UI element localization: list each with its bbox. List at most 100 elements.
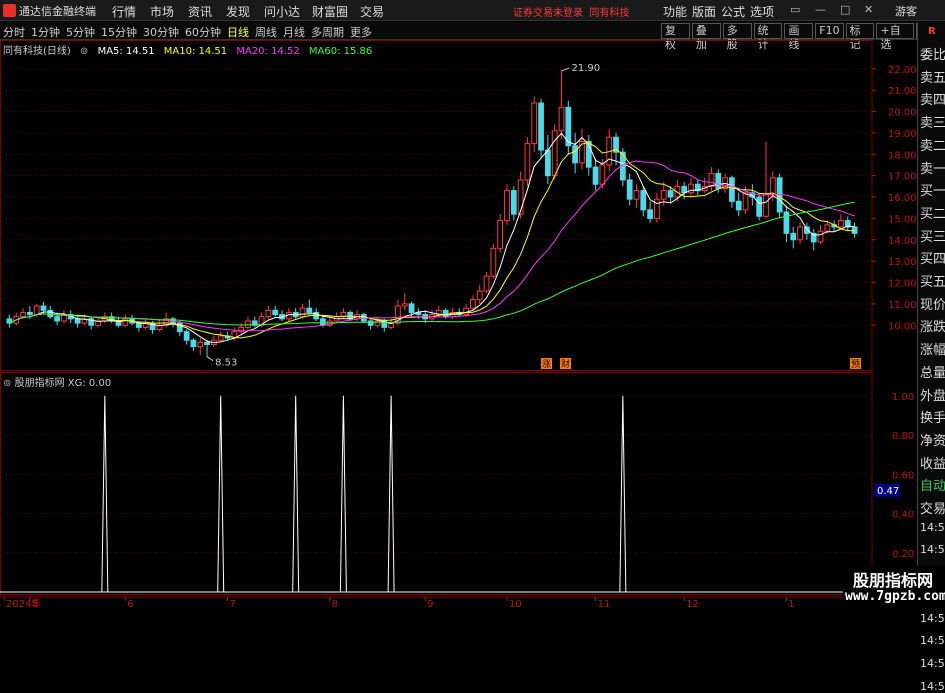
price-tick-label: 10.00: [888, 321, 917, 332]
watermark-url: www.7gpzb.com: [845, 589, 945, 604]
candle-body: [26, 311, 33, 316]
x-tick-label: 8: [332, 599, 338, 609]
candle-body: [217, 335, 224, 341]
ind-tick-label: 0.80: [892, 431, 914, 442]
candle-body: [442, 309, 449, 318]
x-tick-label: 10: [509, 599, 522, 609]
sidebar-item: 买四: [920, 252, 945, 268]
ma20-label: MA20: 14.52: [236, 46, 300, 57]
zhang-badge: 涨: [542, 359, 551, 370]
candle-body: [272, 309, 279, 316]
candle-body: [497, 220, 504, 249]
ma60-line: [9, 201, 855, 326]
candle-body: [183, 331, 190, 341]
xg-spike: [619, 395, 627, 593]
ma-settings-icon[interactable]: ⊚: [80, 46, 88, 57]
sidebar-item: 14:56: [920, 656, 945, 670]
x-tick-label: 5: [32, 599, 38, 609]
x-tick-label: 12: [686, 599, 699, 609]
sidebar-item: 卖一: [920, 161, 945, 177]
watermark-cn: 股朋指标网: [853, 571, 934, 590]
x-tick-label: 9: [427, 599, 433, 609]
candle-body: [367, 320, 374, 326]
candle-body: [797, 226, 803, 241]
sidebar-item: 买五: [920, 275, 945, 290]
indicator-settings-icon[interactable]: ⊚: [3, 378, 11, 389]
sidebar-item: 买二: [920, 206, 945, 222]
candle-body: [824, 224, 831, 232]
price-tick-label: 14.00: [888, 236, 917, 247]
indicator-name: 股朋指标网: [14, 378, 65, 389]
candle-body: [136, 322, 142, 328]
candle-body: [408, 303, 415, 313]
candle-body: [40, 305, 47, 311]
sidebar-item: 买三: [920, 229, 945, 245]
candle-body: [660, 190, 667, 200]
candle-body: [245, 320, 251, 328]
kline-chart[interactable]: 22.00 21.00 20.00 19.00 18.00 17.00 16.00 15.00…: [0, 0, 945, 609]
candle-body: [681, 185, 688, 194]
sidebar-item: 涨跌: [920, 320, 945, 336]
candle-body: [299, 307, 306, 318]
sidebar-item: 现价: [920, 297, 945, 313]
candle-body: [544, 149, 551, 177]
candle-body: [524, 143, 531, 181]
price-tick-label: 17.00: [888, 172, 917, 183]
sidebar-item: 卖五: [920, 70, 945, 86]
candle-body: [33, 305, 40, 316]
sidebar-item: 换手: [920, 411, 945, 427]
xg-spike: [387, 395, 395, 593]
candle-body: [374, 320, 381, 326]
candle-body: [667, 190, 674, 198]
sidebar-item: 14:56: [920, 679, 945, 693]
candle-body: [838, 220, 844, 228]
candle-body: [265, 309, 272, 318]
candle-body: [599, 164, 606, 185]
sidebar-item: 交易: [920, 502, 945, 517]
sidebar-item: 净资: [920, 433, 945, 449]
candle-body: [715, 173, 722, 189]
candle-body: [483, 275, 490, 292]
price-tick-label: 22.00: [888, 65, 917, 76]
sidebar-item: 14:56: [920, 543, 945, 557]
ind-tick-label: 0.40: [892, 510, 914, 521]
candle-body: [551, 130, 558, 177]
ma10-label: MA10: 14.51: [163, 46, 228, 57]
candle-body: [735, 200, 742, 211]
sidebar-item: 14:56: [920, 611, 945, 625]
indicator-panel-frame: [0, 372, 873, 595]
quote-sidebar: R 委比 卖五 卖四 卖三 卖二 卖一 买一 买二 买三 买四 买五 现价 涨跌 涨幅 总量 外盘 换手 净资 收益…: [917, 22, 945, 693]
sidebar-item: 自动: [920, 479, 945, 495]
low-price-label: 8.53: [215, 358, 237, 369]
price-tick-label: 19.00: [888, 129, 917, 140]
sidebar-item: 14:56: [920, 520, 945, 534]
candle-body: [538, 102, 544, 151]
price-tick-label: 16.00: [888, 193, 917, 204]
candle-body: [626, 179, 633, 200]
ind-tick-label: 0.20: [892, 549, 914, 560]
price-tick-label: 20.00: [888, 108, 917, 119]
sidebar-flag: R: [928, 26, 936, 37]
candle-body: [647, 209, 653, 219]
x-tick-label: 6: [127, 599, 133, 609]
sidebar-item: 卖三: [920, 116, 945, 132]
sidebar-item: 卖四: [920, 93, 945, 109]
ma5-label: MA5: 14.51: [97, 46, 155, 57]
indicator-legend: ⊚ 股朋指标网 XG: 0.00: [3, 374, 111, 389]
watermark: 股朋指标网 www.7gpzb.com: [843, 565, 945, 609]
candle-body: [306, 307, 313, 313]
sidebar-item: 14:56: [920, 634, 945, 648]
candle-body: [558, 106, 565, 132]
x-tick-label: 7: [230, 599, 236, 609]
xg-spike: [292, 395, 300, 593]
candle-body: [640, 190, 647, 211]
ma-legend: 同有科技(日线) ⊚ MA5: 14.51 MA10: 14.51 MA20: …: [3, 42, 378, 57]
price-tick-label: 15.00: [888, 214, 917, 225]
candle-body: [401, 303, 408, 307]
candle-body: [54, 316, 61, 322]
candle-body: [20, 311, 26, 318]
ind-tick-label: 0.60: [892, 470, 914, 481]
price-tick-label: 18.00: [888, 150, 917, 161]
price-tick-label: 13.00: [888, 257, 917, 268]
candle-body: [204, 341, 210, 345]
